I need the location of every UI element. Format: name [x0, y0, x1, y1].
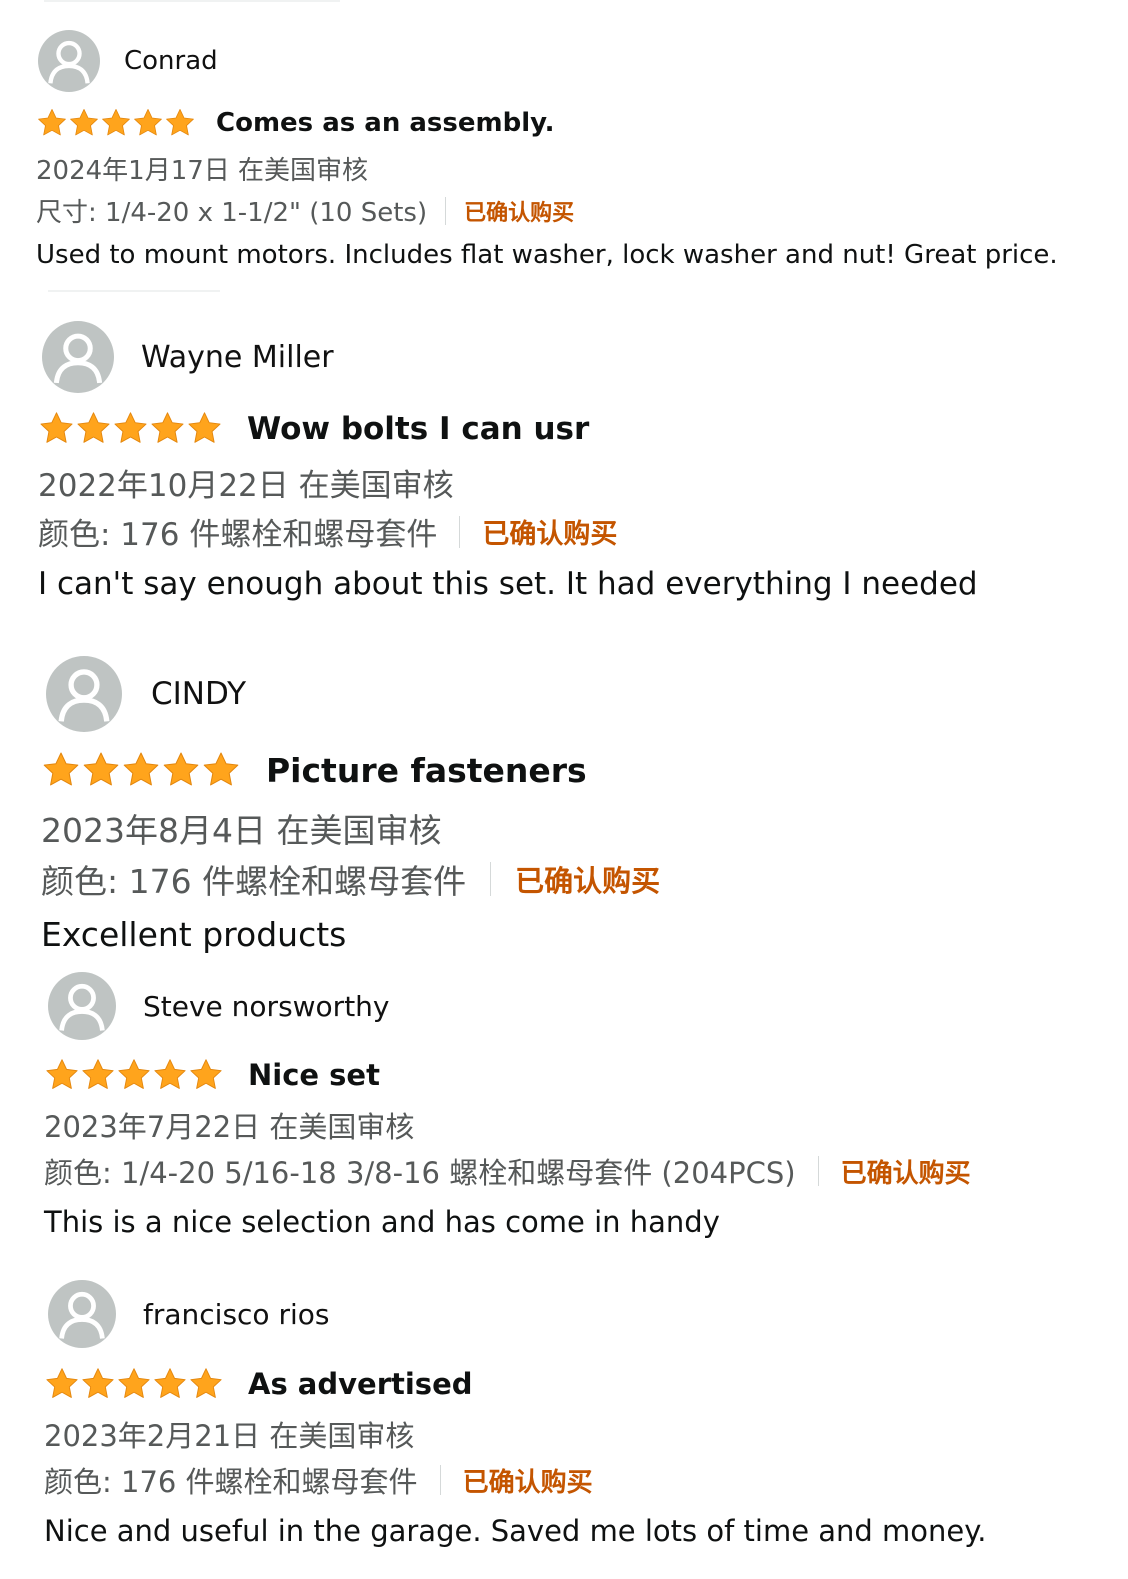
star-rating[interactable] [44, 1057, 224, 1093]
reviewer-name[interactable]: Wayne Miller [141, 340, 334, 375]
avatar-icon [48, 1280, 116, 1348]
star-filled-icon [38, 109, 66, 136]
star-filled-icon [114, 412, 147, 443]
star-filled-icon [83, 752, 119, 786]
review-body: This is a nice selection and has come in… [44, 1205, 720, 1239]
star-filled-icon [190, 1368, 222, 1398]
divider [490, 862, 492, 896]
reviewer-name[interactable]: francisco rios [143, 1298, 329, 1331]
product-variant-link[interactable]: 颜色: 176 件螺栓和螺母套件 [38, 509, 437, 554]
review-title-row: Nice set [44, 1057, 380, 1093]
star-filled-icon [123, 752, 159, 786]
star-filled-icon [166, 109, 194, 136]
star-rating[interactable] [41, 750, 241, 790]
review-body: Used to mount motors. Includes flat wash… [36, 240, 1058, 270]
review-date: 2023年8月4日 在美国审核 [41, 811, 442, 850]
star-filled-icon [102, 109, 130, 136]
review-title-row: Wow bolts I can usr [38, 410, 589, 447]
review-date: 2023年7月22日 在美国审核 [44, 1110, 415, 1144]
star-filled-icon [46, 1059, 78, 1089]
review-separator [48, 290, 220, 292]
review-title-row: Comes as an assembly. [36, 107, 555, 139]
review-variant-row: 颜色: 176 件螺栓和螺母套件 已确认购买 [44, 1459, 593, 1501]
review-title[interactable]: Nice set [248, 1058, 380, 1092]
divider [439, 1465, 441, 1495]
star-filled-icon [203, 752, 239, 786]
verified-purchase-badge: 已确认购买 [462, 1467, 593, 1498]
avatar-icon [38, 30, 100, 92]
divider [817, 1156, 819, 1186]
review-title[interactable]: As advertised [248, 1367, 473, 1401]
reviewer-profile[interactable]: francisco rios [48, 1280, 329, 1348]
reviewer-profile[interactable]: Wayne Miller [42, 321, 334, 393]
star-filled-icon [82, 1368, 114, 1398]
star-filled-icon [154, 1059, 186, 1089]
product-variant-link[interactable]: 颜色: 176 件螺栓和螺母套件 [44, 1459, 418, 1501]
review-date: 2023年2月21日 在美国审核 [44, 1419, 415, 1453]
star-filled-icon [82, 1059, 114, 1089]
star-filled-icon [70, 109, 98, 136]
review-variant-row: 尺寸: 1/4-20 x 1-1/2" (10 Sets) 已确认购买 [36, 192, 574, 229]
star-filled-icon [190, 1059, 222, 1089]
reviewer-profile[interactable]: CINDY [46, 656, 246, 732]
review-title[interactable]: Picture fasteners [266, 751, 587, 790]
review-title[interactable]: Wow bolts I can usr [247, 411, 589, 447]
reviewer-profile[interactable]: Conrad [38, 30, 218, 92]
reviewer-name[interactable]: CINDY [151, 676, 246, 712]
star-filled-icon [40, 412, 73, 443]
review-title-row: As advertised [44, 1366, 473, 1402]
verified-purchase-badge: 已确认购买 [840, 1158, 971, 1189]
star-filled-icon [151, 412, 184, 443]
review-variant-row: 颜色: 176 件螺栓和螺母套件 已确认购买 [38, 509, 617, 554]
avatar-icon [46, 656, 122, 732]
star-filled-icon [43, 752, 79, 786]
reviewer-profile[interactable]: Steve norsworthy [48, 972, 390, 1040]
star-rating[interactable] [38, 410, 223, 447]
review-body: I can't say enough about this set. It ha… [38, 566, 978, 602]
review-date: 2022年10月22日 在美国审核 [38, 468, 454, 504]
reviewer-name[interactable]: Conrad [124, 46, 218, 76]
star-filled-icon [134, 109, 162, 136]
verified-purchase-badge: 已确认购买 [464, 200, 575, 226]
star-filled-icon [154, 1368, 186, 1398]
star-filled-icon [163, 752, 199, 786]
star-filled-icon [46, 1368, 78, 1398]
divider [459, 515, 461, 548]
review-variant-row: 颜色: 1/4-20 5/16-18 3/8-16 螺栓和螺母套件 (204PC… [44, 1150, 971, 1192]
star-filled-icon [118, 1059, 150, 1089]
avatar-icon [42, 321, 114, 393]
previous-content-edge [44, 0, 340, 2]
reviewer-name[interactable]: Steve norsworthy [143, 990, 390, 1023]
review-variant-row: 颜色: 176 件螺栓和螺母套件 已确认购买 [41, 855, 660, 903]
review-body: Excellent products [41, 915, 347, 954]
star-filled-icon [118, 1368, 150, 1398]
review-title-row: Picture fasteners [41, 750, 587, 790]
product-variant-link[interactable]: 颜色: 1/4-20 5/16-18 3/8-16 螺栓和螺母套件 (204PC… [44, 1150, 796, 1192]
review-date: 2024年1月17日 在美国审核 [36, 156, 369, 186]
review-title[interactable]: Comes as an assembly. [216, 108, 555, 138]
avatar-icon [48, 972, 116, 1040]
review-body: Nice and useful in the garage. Saved me … [44, 1514, 987, 1548]
product-variant-link[interactable]: 尺寸: 1/4-20 x 1-1/2" (10 Sets) [36, 192, 427, 229]
star-filled-icon [77, 412, 110, 443]
product-variant-link[interactable]: 颜色: 176 件螺栓和螺母套件 [41, 855, 466, 903]
star-rating[interactable] [44, 1366, 224, 1402]
star-rating[interactable] [36, 107, 196, 139]
star-filled-icon [188, 412, 221, 443]
verified-purchase-badge: 已确认购买 [515, 864, 661, 898]
divider [445, 196, 447, 225]
verified-purchase-badge: 已确认购买 [482, 519, 618, 550]
